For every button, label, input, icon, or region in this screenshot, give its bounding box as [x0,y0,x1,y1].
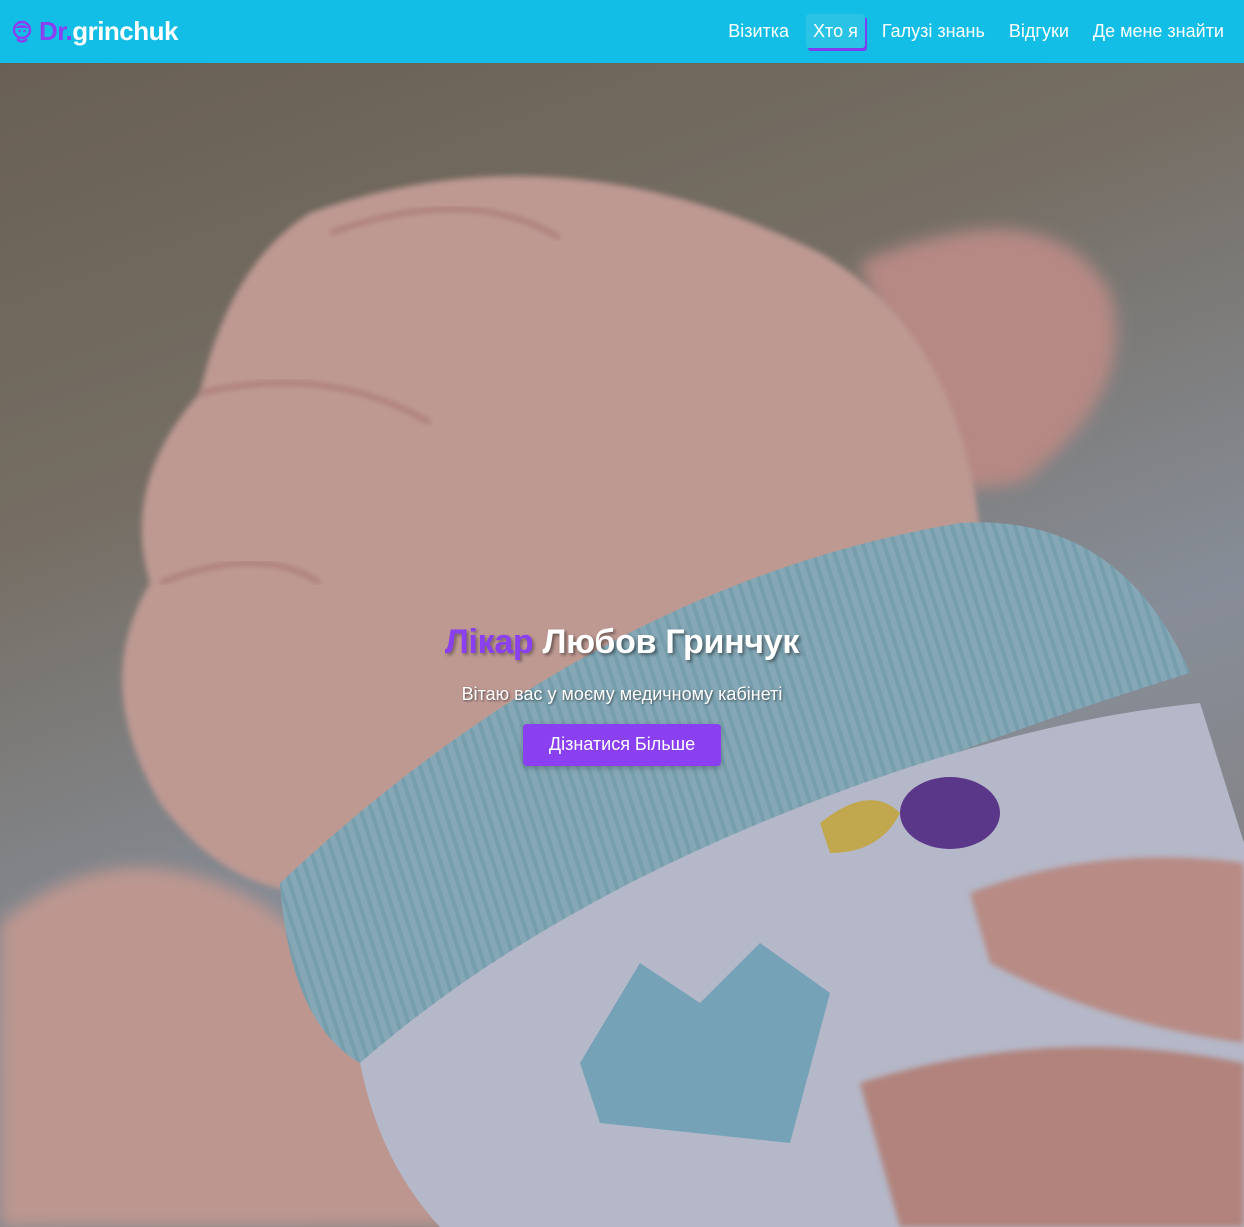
learn-more-button[interactable]: Дізнатися Більше [522,724,722,766]
doctor-icon [12,20,32,43]
nav-item-haluzi-znan[interactable]: Галузі знань [875,14,992,48]
hero-section: Лікар Любов Гринчук Вітаю вас у моєму ме… [0,63,1244,1227]
hero-title-name: Любов Гринчук [542,623,800,661]
brand-logo-link[interactable]: Dr.grinchuk [9,16,178,47]
brand-suffix: grinchuk [72,16,178,46]
page: Dr.grinchuk Візитка Хто я Галузі знань В… [0,0,1244,1227]
nav-item-vizytka[interactable]: Візитка [721,14,796,48]
nav-item-vidhuky[interactable]: Відгуки [1002,14,1076,48]
hero-subtitle: Вітаю вас у моєму медичному кабінеті [461,684,783,704]
hero-content: Лікар Любов Гринчук Вітаю вас у моєму ме… [0,623,1244,766]
hero-title: Лікар Любов Гринчук [0,623,1244,662]
nav-item-de-mene-znaity[interactable]: Де мене знайти [1086,14,1231,48]
hero-title-accent: Лікар [444,623,534,661]
nav-item-khto-ya[interactable]: Хто я [806,14,865,48]
navbar: Dr.grinchuk Візитка Хто я Галузі знань В… [0,0,1244,63]
nav-menu: Візитка Хто я Галузі знань Відгуки Де ме… [721,14,1231,48]
brand-name: Dr.grinchuk [39,16,178,47]
brand-prefix: Dr. [39,16,73,46]
